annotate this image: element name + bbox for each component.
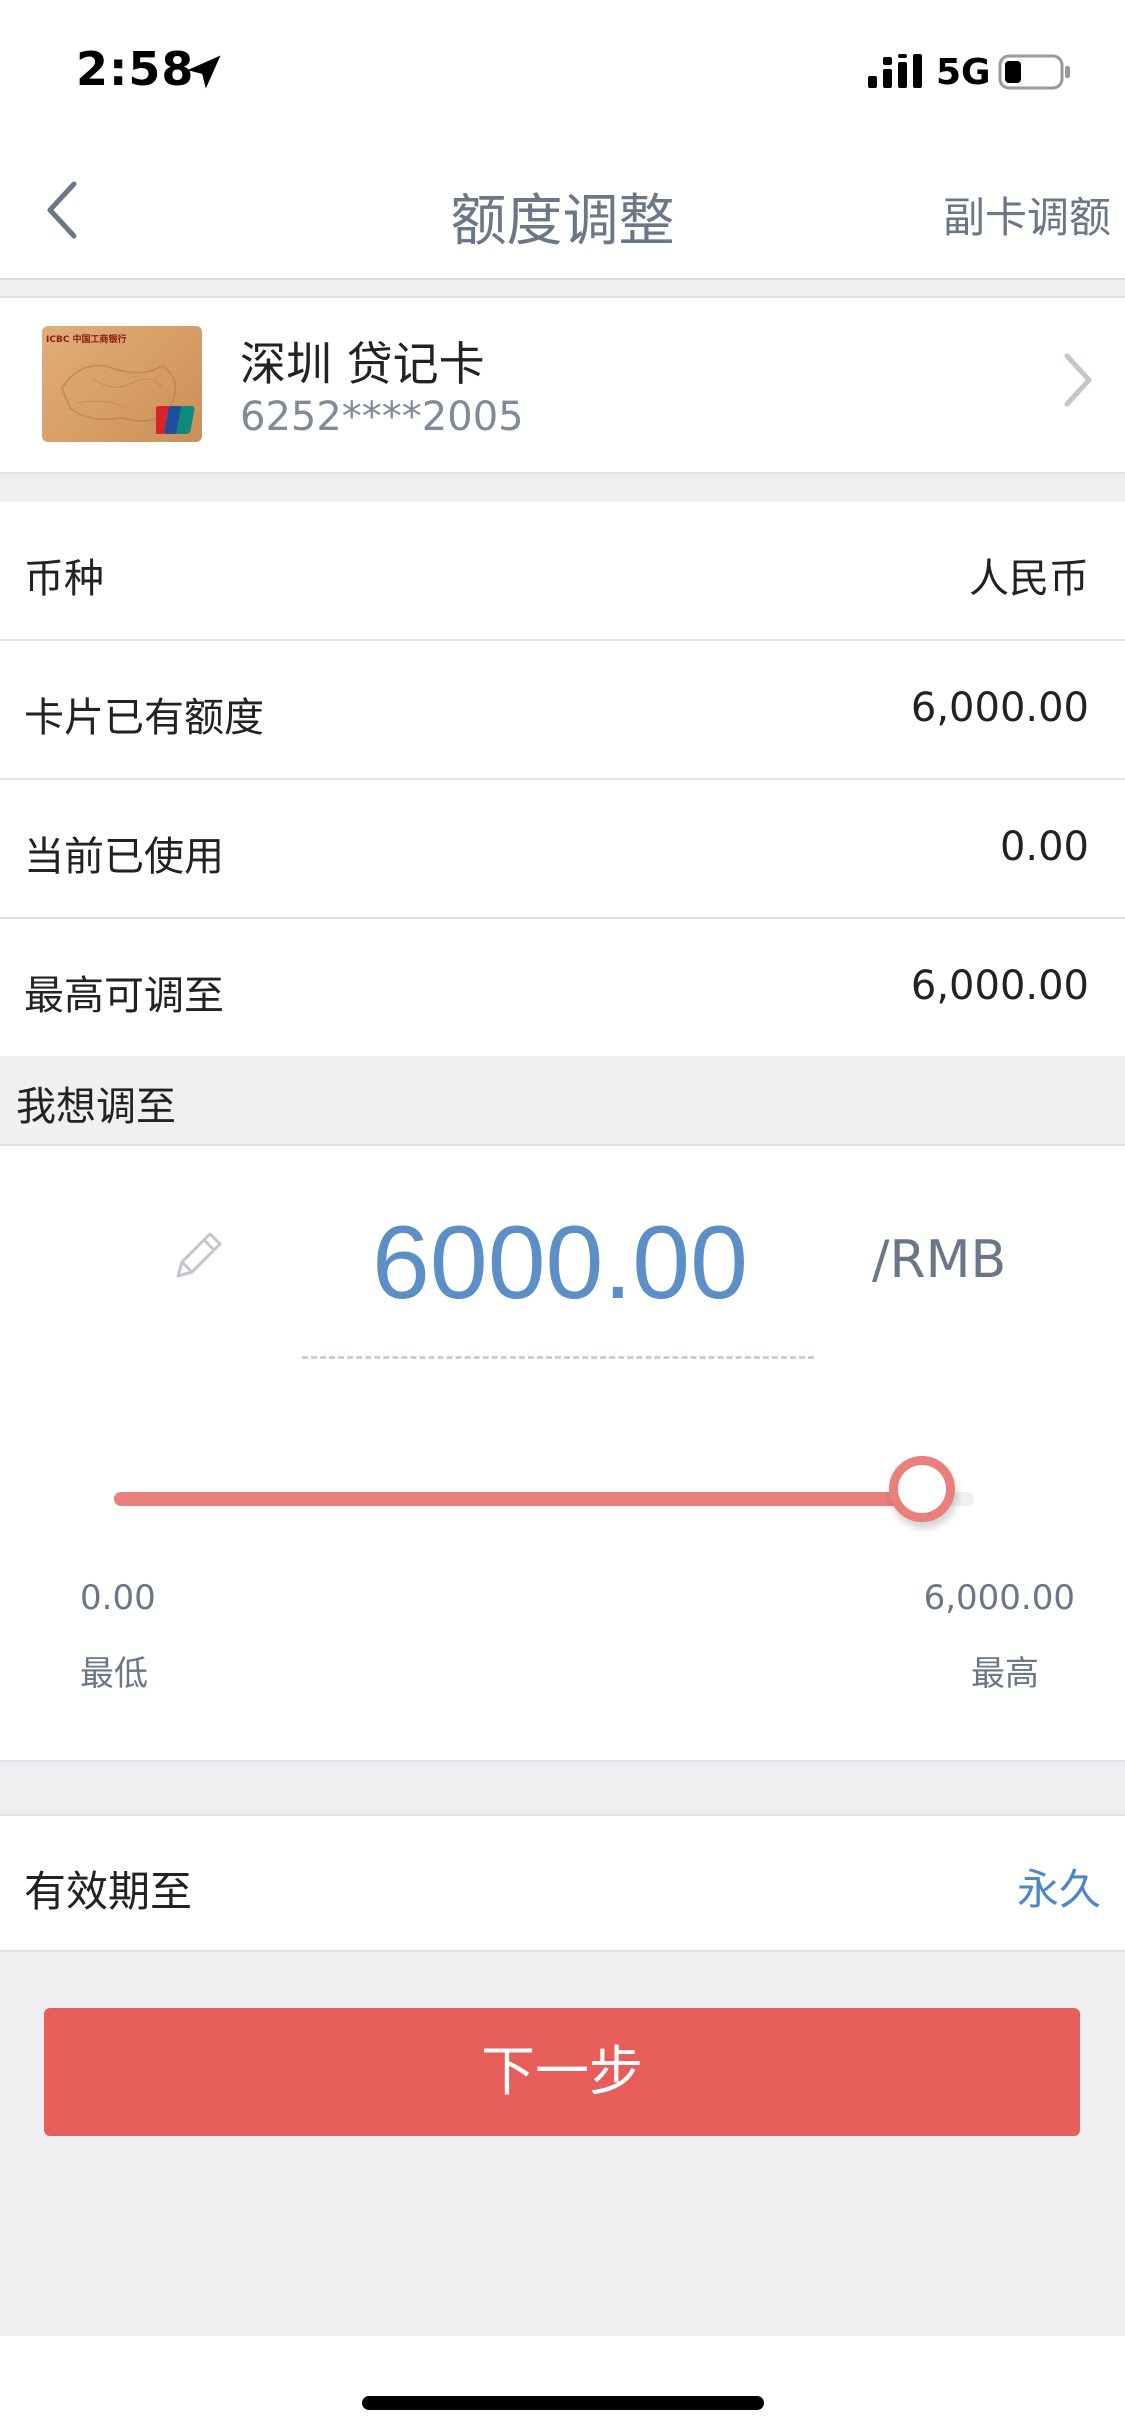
target-amount-input[interactable]: 6000.00	[300, 1204, 820, 1323]
card-number: 6252****2005	[240, 394, 524, 440]
section-header: 我想调至	[0, 1056, 1125, 1146]
slider-min-value: 0.00	[80, 1578, 156, 1618]
limit-slider-fill	[114, 1492, 922, 1506]
validity-label: 有效期至	[24, 1867, 193, 1916]
currency-row: 币种 人民币	[0, 502, 1125, 641]
pencil-edit-icon[interactable]	[166, 1226, 228, 1288]
network-type: 5G	[936, 52, 991, 93]
battery-icon	[998, 54, 1070, 90]
validity-period-row[interactable]: 有效期至 永久	[0, 1814, 1125, 1952]
amount-underline	[302, 1356, 814, 1359]
section-title: 我想调至	[16, 1084, 176, 1130]
card-bank-mark: ICBC 中国工商银行	[46, 335, 127, 345]
status-bar: 2:58 5G	[0, 0, 1125, 140]
chevron-right-icon	[1064, 353, 1092, 407]
status-time: 2:58	[76, 42, 195, 96]
nav-bar: 额度调整 副卡调额	[0, 140, 1125, 280]
row-value: 人民币	[969, 556, 1089, 602]
home-indicator[interactable]	[362, 2396, 764, 2410]
credit-info-list: 币种 人民币 卡片已有额度 6,000.00 当前已使用 0.00 最高可调至 …	[0, 502, 1125, 1056]
existing-limit-row: 卡片已有额度 6,000.00	[0, 641, 1125, 780]
row-value: 6,000.00	[910, 963, 1089, 1009]
card-name: 深圳 贷记卡	[240, 337, 485, 391]
location-arrow-icon	[187, 55, 221, 89]
limit-slider-thumb[interactable]	[889, 1456, 955, 1522]
cellular-signal-icon	[868, 54, 922, 88]
supplementary-card-adjust-button[interactable]: 副卡调额	[943, 184, 1111, 245]
max-adjustable-row: 最高可调至 6,000.00	[0, 919, 1125, 1056]
bottom-safe-area	[0, 2336, 1125, 2435]
slider-max-label: 最高	[971, 1654, 1039, 1694]
unionpay-logo-icon	[156, 406, 195, 434]
row-value: 0.00	[999, 824, 1089, 870]
next-step-button[interactable]: 下一步	[44, 2008, 1080, 2136]
amount-unit: /RMB	[872, 1230, 1007, 1290]
used-amount-row: 当前已使用 0.00	[0, 780, 1125, 919]
row-label: 当前已使用	[24, 834, 224, 880]
row-value: 6,000.00	[910, 685, 1089, 731]
row-label: 币种	[24, 556, 104, 602]
limit-adjust-panel: 6000.00 /RMB 0.00 最低 6,000.00 最高	[0, 1146, 1125, 1762]
bank-card-image: ICBC 中国工商银行	[42, 326, 202, 442]
slider-max-value: 6,000.00	[923, 1578, 1075, 1618]
card-selector[interactable]: ICBC 中国工商银行 深圳 贷记卡 6252****2005	[0, 296, 1125, 474]
row-label: 最高可调至	[24, 973, 224, 1019]
row-label: 卡片已有额度	[24, 695, 264, 741]
validity-value[interactable]: 永久	[1017, 1856, 1101, 1917]
slider-min-label: 最低	[80, 1654, 148, 1694]
